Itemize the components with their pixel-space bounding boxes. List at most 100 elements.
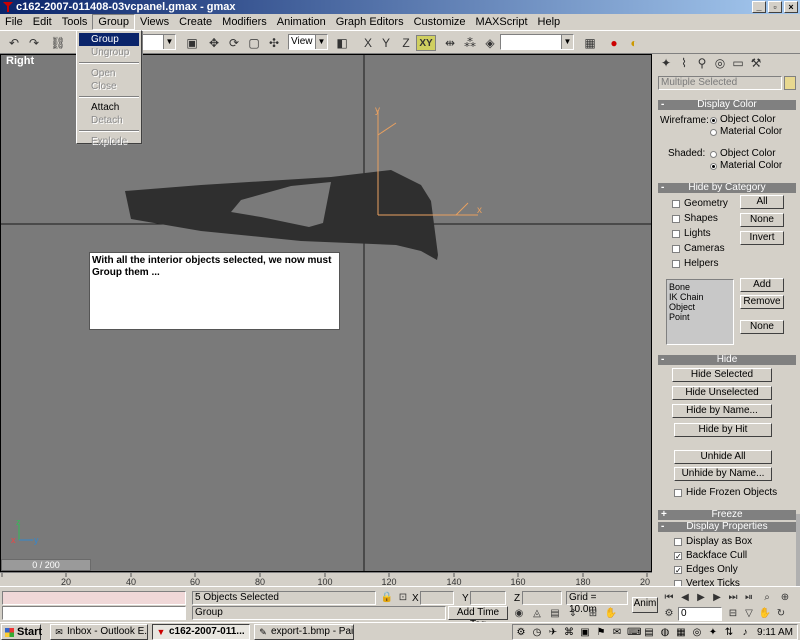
time-slider-handle[interactable]: 0 / 200 — [1, 559, 91, 571]
x-coordinate-field[interactable] — [420, 591, 454, 605]
tray-icon[interactable]: ◷ — [531, 627, 543, 639]
list-none-button[interactable]: None — [740, 320, 784, 334]
tray-icon[interactable]: ✦ — [707, 627, 719, 639]
tray-icon[interactable]: ▤ — [643, 627, 655, 639]
zoom-all-icon[interactable]: ⊕ — [778, 591, 792, 605]
animate-button[interactable]: Anim — [632, 597, 658, 613]
menu-help[interactable]: Help — [533, 14, 566, 30]
tray-icon[interactable]: ⚑ — [595, 627, 607, 639]
absolute-mode-icon[interactable]: ⊡ — [396, 591, 410, 605]
tray-icon[interactable]: ▦ — [675, 627, 687, 639]
hide-frozen-checkbox[interactable] — [674, 489, 682, 497]
menu-modifiers[interactable]: Modifiers — [217, 14, 272, 30]
motion-tab-icon[interactable]: ◎ — [714, 56, 726, 70]
group-menu-attach[interactable]: Attach — [77, 101, 141, 114]
axis-xy-button[interactable]: XY — [416, 35, 436, 51]
list-item[interactable]: IK Chain Object — [669, 292, 731, 312]
list-item[interactable]: Point — [669, 312, 731, 322]
menu-file[interactable]: File — [0, 14, 28, 30]
tray-icon[interactable]: ◎ — [691, 627, 703, 639]
close-button[interactable]: × — [784, 1, 798, 13]
maxscript-output-field[interactable] — [2, 606, 186, 620]
select-object-icon[interactable]: ▣ — [184, 35, 200, 51]
rollout-display-properties[interactable]: - Display Properties — [658, 522, 796, 532]
menu-maxscript[interactable]: MAXScript — [471, 14, 533, 30]
tray-icon[interactable]: ✈ — [547, 627, 559, 639]
unhide-all-button[interactable]: Unhide All — [674, 450, 772, 464]
align-icon[interactable]: ◈ — [482, 35, 498, 51]
rollout-hide-by-category[interactable]: - Hide by Category — [658, 183, 796, 193]
hide-unselected-button[interactable]: Hide Unselected — [672, 386, 772, 400]
field-of-view-icon[interactable]: ▽ — [742, 607, 756, 621]
mirror-icon[interactable]: ⇹ — [442, 35, 458, 51]
snap-toggle-icon[interactable]: ◉ — [512, 607, 526, 621]
menu-create[interactable]: Create — [174, 14, 217, 30]
wireframe-material-color-radio[interactable] — [710, 129, 717, 136]
pan-icon[interactable]: ✋ — [604, 607, 618, 621]
minimize-button[interactable]: _ — [752, 1, 766, 13]
wireframe-object-color-radio[interactable] — [710, 117, 717, 124]
arc-rotate-icon[interactable]: ↻ — [774, 607, 788, 621]
taskbar-gmax[interactable]: ▼ c162-2007-011... — [152, 624, 250, 640]
pan-view-icon[interactable]: ✋ — [758, 607, 772, 621]
current-frame-field[interactable]: 0 — [678, 607, 722, 621]
tray-icon[interactable]: ▣ — [579, 627, 591, 639]
menu-edit[interactable]: Edit — [28, 14, 57, 30]
shapes-checkbox[interactable] — [672, 215, 680, 223]
tray-icon[interactable]: ⚙ — [515, 627, 527, 639]
category-none-button[interactable]: None — [740, 213, 784, 227]
list-item[interactable]: Bone — [669, 282, 731, 292]
maxscript-listener-field[interactable] — [2, 591, 186, 605]
group-menu-detach[interactable]: Detach — [77, 114, 141, 127]
hide-by-name-button[interactable]: Hide by Name... — [672, 404, 772, 418]
axis-z-button[interactable]: Z — [398, 35, 414, 51]
hierarchy-tab-icon[interactable]: ⚲ — [696, 56, 708, 70]
time-ruler[interactable]: 20 40 60 80 100 120 140 160 180 20 — [0, 572, 652, 587]
goto-start-icon[interactable]: ⏮ — [662, 591, 676, 605]
menu-tools[interactable]: Tools — [57, 14, 93, 30]
group-menu-open[interactable]: Open — [77, 67, 141, 80]
angle-snap-icon[interactable]: ◬ — [530, 607, 544, 621]
scale-icon[interactable]: ▢ — [246, 35, 262, 51]
key-mode-icon[interactable]: ⏯ — [742, 591, 756, 605]
rollout-display-color[interactable]: - Display Color — [658, 100, 796, 110]
region-zoom-icon[interactable]: ⊟ — [726, 607, 740, 621]
list-add-button[interactable]: Add — [740, 278, 784, 292]
percent-snap-icon[interactable]: ▤ — [548, 607, 562, 621]
restore-button[interactable]: ▫ — [768, 1, 782, 13]
tray-icon[interactable]: ✉ — [611, 627, 623, 639]
group-menu-group[interactable]: Group — [79, 33, 139, 46]
next-frame-icon[interactable]: ▶ — [710, 591, 724, 605]
rollout-freeze[interactable]: + Freeze — [658, 510, 796, 520]
helpers-checkbox[interactable] — [672, 260, 680, 268]
move-icon[interactable]: ✥ — [206, 35, 222, 51]
quick-render-icon[interactable]: ◐ — [626, 35, 642, 51]
modify-tab-icon[interactable]: ⌇ — [678, 56, 690, 70]
lock-icon[interactable]: 🔒 — [380, 591, 394, 605]
volume-icon[interactable]: ♪ — [739, 627, 751, 639]
category-list[interactable]: Bone IK Chain Object Point — [666, 279, 734, 345]
display-as-box-checkbox[interactable] — [674, 538, 682, 546]
play-icon[interactable]: ▶ — [694, 591, 708, 605]
shaded-material-color-radio[interactable] — [710, 163, 717, 170]
selection-filter-dropdown[interactable]: ▼ — [142, 34, 176, 50]
taskbar-outlook[interactable]: ✉ Inbox - Outlook E... — [50, 624, 148, 640]
undo-icon[interactable]: ↶ — [6, 35, 22, 51]
tray-icon[interactable]: ⌘ — [563, 627, 575, 639]
snap-icon[interactable]: ✣ — [266, 35, 282, 51]
group-menu-explode[interactable]: Explode — [77, 135, 141, 148]
array-icon[interactable]: ⁂ — [462, 35, 478, 51]
previous-frame-icon[interactable]: ◀ — [678, 591, 692, 605]
viewport-label[interactable]: Right — [6, 55, 34, 67]
rollout-hide[interactable]: - Hide — [658, 355, 796, 365]
utilities-tab-icon[interactable]: ⚒ — [750, 56, 762, 70]
z-coordinate-field[interactable] — [522, 591, 562, 605]
hide-selected-button[interactable]: Hide Selected — [672, 368, 772, 382]
selection-color-swatch[interactable] — [784, 76, 796, 90]
display-tab-icon[interactable]: ▭ — [732, 56, 744, 70]
reference-coordinate-dropdown[interactable]: View ▼ — [288, 34, 328, 50]
menu-graph-editors[interactable]: Graph Editors — [331, 14, 409, 30]
goto-end-icon[interactable]: ⏭ — [726, 591, 740, 605]
lights-checkbox[interactable] — [672, 230, 680, 238]
backface-cull-checkbox[interactable]: ✓ — [674, 552, 682, 561]
